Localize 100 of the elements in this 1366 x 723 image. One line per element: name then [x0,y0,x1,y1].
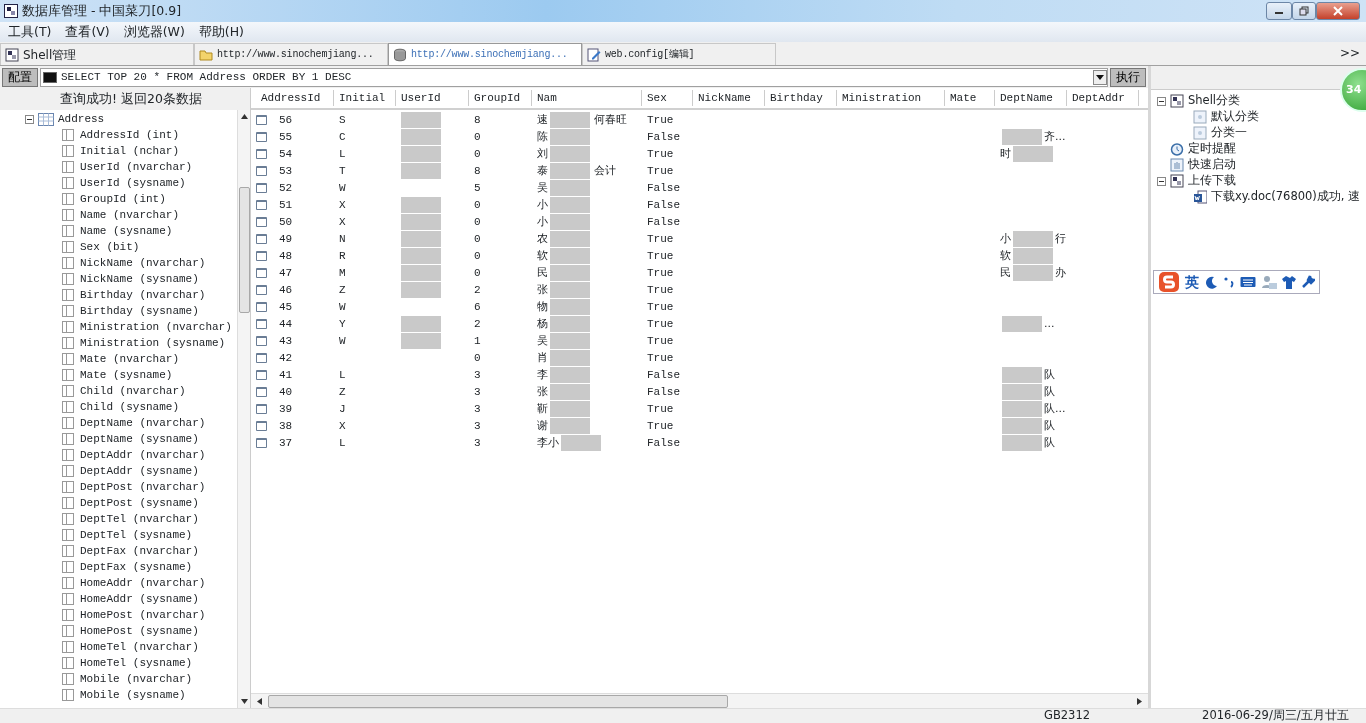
tree-label[interactable]: UserId (sysname) [80,174,186,192]
tab[interactable]: http://www.sinochemjiang... [194,43,388,65]
redaction-mask [550,145,590,162]
tree-label[interactable]: HomePost (nvarchar) [80,606,206,624]
redaction-mask [550,281,590,298]
tab[interactable]: http://www.sinochemjiang... [388,43,582,65]
column-header[interactable]: DeptName [995,90,1067,106]
scrollbar[interactable] [251,693,1148,708]
tree-label[interactable]: Ministration (nvarchar) [80,318,232,336]
collapse-toggle[interactable] [1157,96,1166,106]
tree-label[interactable]: DeptTel (nvarchar) [80,510,199,528]
tree-label[interactable]: Child (sysname) [80,398,180,416]
tree-label[interactable]: Birthday (sysname) [80,302,199,320]
column-header[interactable]: Ministration [837,90,945,106]
column-header[interactable]: Birthday [765,90,837,106]
window-icon [1170,94,1184,108]
tree-label[interactable]: Initial (nchar) [80,142,180,160]
column-header[interactable]: Nam [532,90,642,106]
tree-label[interactable]: NickName (sysname) [80,270,199,288]
row-icon [255,437,267,448]
query-field[interactable]: SELECT TOP 20 * FROM Address ORDER BY 1 DESC [40,67,1108,87]
tree-label[interactable]: Mate (nvarchar) [80,350,180,368]
column-header[interactable]: DeptAddr [1067,90,1139,106]
column-icon [62,305,74,317]
column-header[interactable]: Sex [642,90,693,106]
menu-item[interactable]: 浏览器(W) [117,22,191,42]
tree-label[interactable]: NickName (nvarchar) [80,254,206,272]
tree-label[interactable]: DeptFax (nvarchar) [80,542,199,560]
table-cell: 队 [1044,418,1055,432]
tree-label[interactable]: HomePost (sysname) [80,622,199,640]
page-icon [1193,126,1207,140]
tab-overflow-button[interactable]: >> [1333,44,1366,65]
tree-label[interactable]: DeptAddr (sysname) [80,462,199,480]
scroll-thumb[interactable] [268,694,728,708]
scroll-right-icon [1137,697,1142,705]
tree-label[interactable]: DeptPost (sysname) [80,494,199,512]
redaction-mask [550,366,590,383]
tree-label[interactable]: Mobile (sysname) [80,686,186,704]
tree-label[interactable]: GroupId (int) [80,190,166,208]
row-icon [255,420,267,431]
tree-label[interactable]: AddressId (int) [80,126,180,144]
dropdown-button[interactable] [1093,69,1107,85]
tree-label[interactable]: Name (nvarchar) [80,206,180,224]
table-cell: 43 [279,334,293,347]
column-header[interactable]: NickName [693,90,765,106]
restore-button[interactable] [1292,2,1316,20]
collapse-toggle[interactable] [25,114,34,124]
table-cell: 3 [474,385,481,398]
menu-item[interactable]: 帮助(H) [192,22,250,42]
minimize-button[interactable] [1266,2,1292,20]
tree-label[interactable]: DeptFax (sysname) [80,558,193,576]
close-button[interactable] [1316,2,1360,20]
tab[interactable]: Shell管理 [0,43,194,65]
column-header[interactable]: UserId [396,90,469,106]
menu-item[interactable]: 查看(V) [59,22,116,42]
window-icon [1170,174,1184,188]
tree-label[interactable]: DeptTel (sysname) [80,526,193,544]
tree-label[interactable]: Sex (bit) [80,238,140,256]
column-header[interactable]: Initial [334,90,396,106]
tree-label[interactable]: 分类一 [1211,124,1247,142]
redaction-mask [1002,366,1042,383]
mode-toggle[interactable]: 英 [1185,271,1199,293]
tree-label[interactable]: 下载xy.doc(76800)成功, 速 [1211,188,1361,206]
tree-label[interactable]: HomeAddr (nvarchar) [80,574,206,592]
tree-label[interactable]: HomeAddr (sysname) [80,590,199,608]
column-header[interactable]: GroupId [469,90,532,106]
column-header[interactable]: Mate [945,90,995,106]
tree-label[interactable]: Ministration (sysname) [80,334,226,352]
menu-item[interactable]: 工具(T) [2,22,58,42]
tree-label[interactable]: Birthday (nvarchar) [80,286,206,304]
column-header[interactable]: AddressId [256,90,334,106]
tree-label[interactable]: HomeTel (nvarchar) [80,638,199,656]
tree-label[interactable]: HomeTel (sysname) [80,654,193,672]
tab[interactable]: web.config[编辑] [582,43,776,65]
tree-label[interactable]: Mate (sysname) [80,366,173,384]
column-icon [62,673,74,685]
tree-label[interactable]: Name (sysname) [80,222,173,240]
scroll-thumb[interactable] [238,187,250,313]
tree-label[interactable]: DeptAddr (nvarchar) [80,446,206,464]
user-icon [1261,275,1277,289]
tree-label[interactable]: Address [58,110,105,128]
config-button[interactable]: 配置 [2,67,38,87]
tree-label[interactable]: Child (nvarchar) [80,382,186,400]
tree-label[interactable]: DeptPost (nvarchar) [80,478,206,496]
tree-label[interactable]: 默认分类 [1211,108,1259,126]
tree-label[interactable]: DeptName (nvarchar) [80,414,206,432]
tree-label[interactable]: Mobile (nvarchar) [80,670,193,688]
tree-label[interactable]: DeptName (sysname) [80,430,199,448]
tree-label[interactable]: Shell分类 [1188,92,1241,110]
tree-label[interactable]: 快速启动 [1188,156,1236,174]
collapse-toggle[interactable] [1157,176,1166,186]
run-button[interactable]: 执行 [1110,67,1146,87]
ime-toolbar[interactable]: 英 [1153,270,1320,294]
tree-label[interactable]: 上传下载 [1188,172,1236,190]
scrollbar[interactable] [237,110,250,708]
redaction-mask [1002,315,1042,332]
tree-label[interactable]: 定时提醒 [1188,140,1236,158]
tree-label[interactable]: UserId (nvarchar) [80,158,193,176]
result-message: 查询成功! 返回20条数据 [0,88,250,110]
table-cell: M [339,266,346,279]
